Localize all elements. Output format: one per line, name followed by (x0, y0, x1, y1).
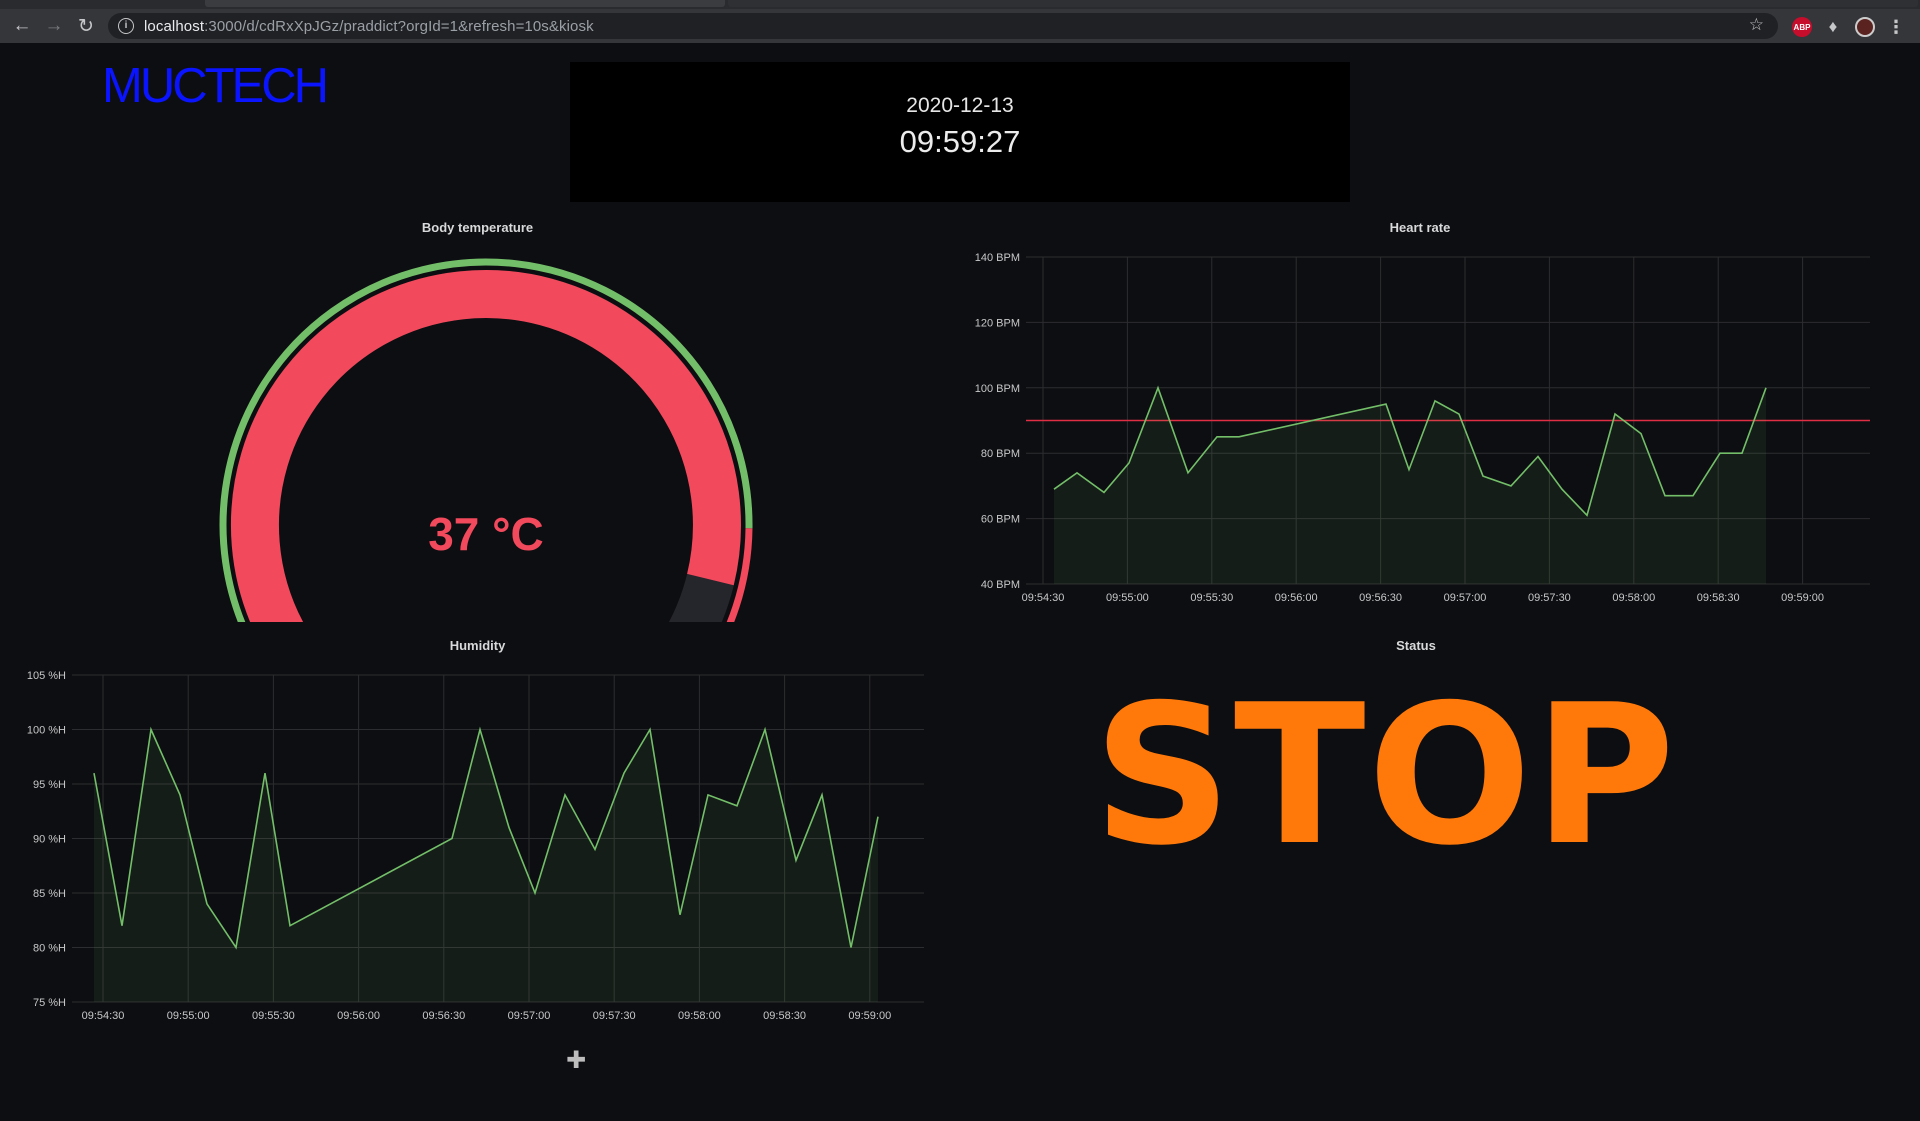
x-tick-label: 09:56:00 (1275, 592, 1318, 604)
x-tick-label: 09:55:00 (1106, 592, 1149, 604)
y-tick-label: 105 %H (27, 670, 66, 682)
x-tick-label: 09:54:30 (82, 1010, 125, 1022)
x-tick-label: 09:57:00 (508, 1010, 551, 1022)
x-tick-label: 09:56:00 (337, 1010, 380, 1022)
reload-icon[interactable]: ↻ (72, 9, 100, 43)
url-path: :3000/d/cdRxXpJGz/praddict?orgId=1&refre… (204, 17, 594, 35)
y-tick-label: 80 BPM (981, 448, 1020, 460)
x-tick-label: 09:59:00 (1781, 592, 1824, 604)
browser-tab-strip (0, 0, 1920, 9)
gauge-value-text: 37 °C (428, 508, 544, 560)
x-tick-label: 09:59:00 (848, 1010, 891, 1022)
adblock-label: ABP (1793, 22, 1811, 32)
url-host: localhost (144, 17, 205, 35)
add-panel-icon[interactable]: ✚ (566, 1046, 586, 1075)
x-tick-label: 09:56:30 (422, 1010, 465, 1022)
address-bar[interactable]: i localhost:3000/d/cdRxXpJGz/praddict?or… (108, 13, 1778, 39)
browser-toolbar: ← → ↻ i localhost:3000/d/cdRxXpJGz/pradd… (0, 9, 1920, 43)
site-info-icon[interactable]: i (118, 18, 134, 34)
x-tick-label: 09:55:00 (167, 1010, 210, 1022)
y-tick-label: 80 %H (33, 943, 66, 955)
url-text[interactable]: localhost:3000/d/cdRxXpJGz/praddict?orgI… (144, 18, 594, 35)
y-tick-label: 100 %H (27, 725, 66, 737)
y-tick-label: 85 %H (33, 888, 66, 900)
x-tick-label: 09:57:30 (593, 1010, 636, 1022)
x-tick-label: 09:58:30 (1697, 592, 1740, 604)
x-tick-label: 09:58:30 (763, 1010, 806, 1022)
y-tick-label: 90 %H (33, 834, 66, 846)
y-tick-label: 95 %H (33, 779, 66, 791)
clock-date: 2020-12-13 (906, 94, 1014, 117)
series-area (94, 729, 878, 1002)
x-tick-label: 09:56:30 (1359, 592, 1402, 604)
browser-menu-icon[interactable]: ⋮ (1886, 17, 1906, 37)
x-tick-label: 09:55:30 (1190, 592, 1233, 604)
heart-rate-chart: 40 BPM 60 BPM 80 BPM 100 BPM 120 BPM 140 BPM 0… (975, 252, 1870, 604)
profile-avatar-icon[interactable] (1855, 17, 1875, 37)
status-value: STOP (1092, 663, 1678, 888)
gauge-value-arc (230, 270, 741, 622)
heart-rate-panel[interactable]: Heart rate 40 BPM 60 BPM 80 BPM 100 BPM 120 … (960, 212, 1880, 622)
clock-panel: 2020-12-13 09:59:27 (570, 62, 1350, 202)
humidity-panel[interactable]: Humidity 75 %H 80 %H 85 %H 90 %H 95 %H 100 %H… (0, 630, 955, 1040)
x-tick-label: 09:58:00 (1612, 592, 1655, 604)
forward-icon[interactable]: → (40, 9, 68, 43)
browser-tab[interactable] (205, 0, 725, 7)
x-tick-label: 09:54:30 (1022, 592, 1065, 604)
x-tick-label: 09:55:30 (252, 1010, 295, 1022)
body-temperature-panel[interactable]: Body temperature 37 °C (0, 212, 955, 622)
y-tick-label: 40 BPM (981, 579, 1020, 591)
logo-text: MUCTECH (102, 59, 329, 113)
x-tick-label: 09:57:30 (1528, 592, 1571, 604)
x-tick-label: 09:57:00 (1444, 592, 1487, 604)
extensions-puzzle-icon[interactable]: ♦ (1823, 17, 1843, 37)
x-tick-label: 09:58:00 (678, 1010, 721, 1022)
y-tick-label: 75 %H (33, 997, 66, 1009)
browser-tab[interactable] (728, 0, 1918, 7)
back-icon[interactable]: ← (8, 9, 36, 43)
y-tick-label: 60 BPM (981, 514, 1020, 526)
y-tick-label: 120 BPM (975, 317, 1020, 329)
y-tick-label: 140 BPM (975, 252, 1020, 264)
humidity-chart: 75 %H 80 %H 85 %H 90 %H 95 %H 100 %H 105 %H 09:… (27, 670, 924, 1022)
y-tick-label: 100 BPM (975, 383, 1020, 395)
bookmark-star-icon[interactable]: ☆ (1749, 15, 1764, 35)
adblock-plus-icon[interactable]: ABP (1792, 17, 1812, 37)
clock-time: 09:59:27 (899, 124, 1021, 159)
panel-title: Status (1396, 638, 1436, 653)
series-area (1054, 387, 1766, 584)
